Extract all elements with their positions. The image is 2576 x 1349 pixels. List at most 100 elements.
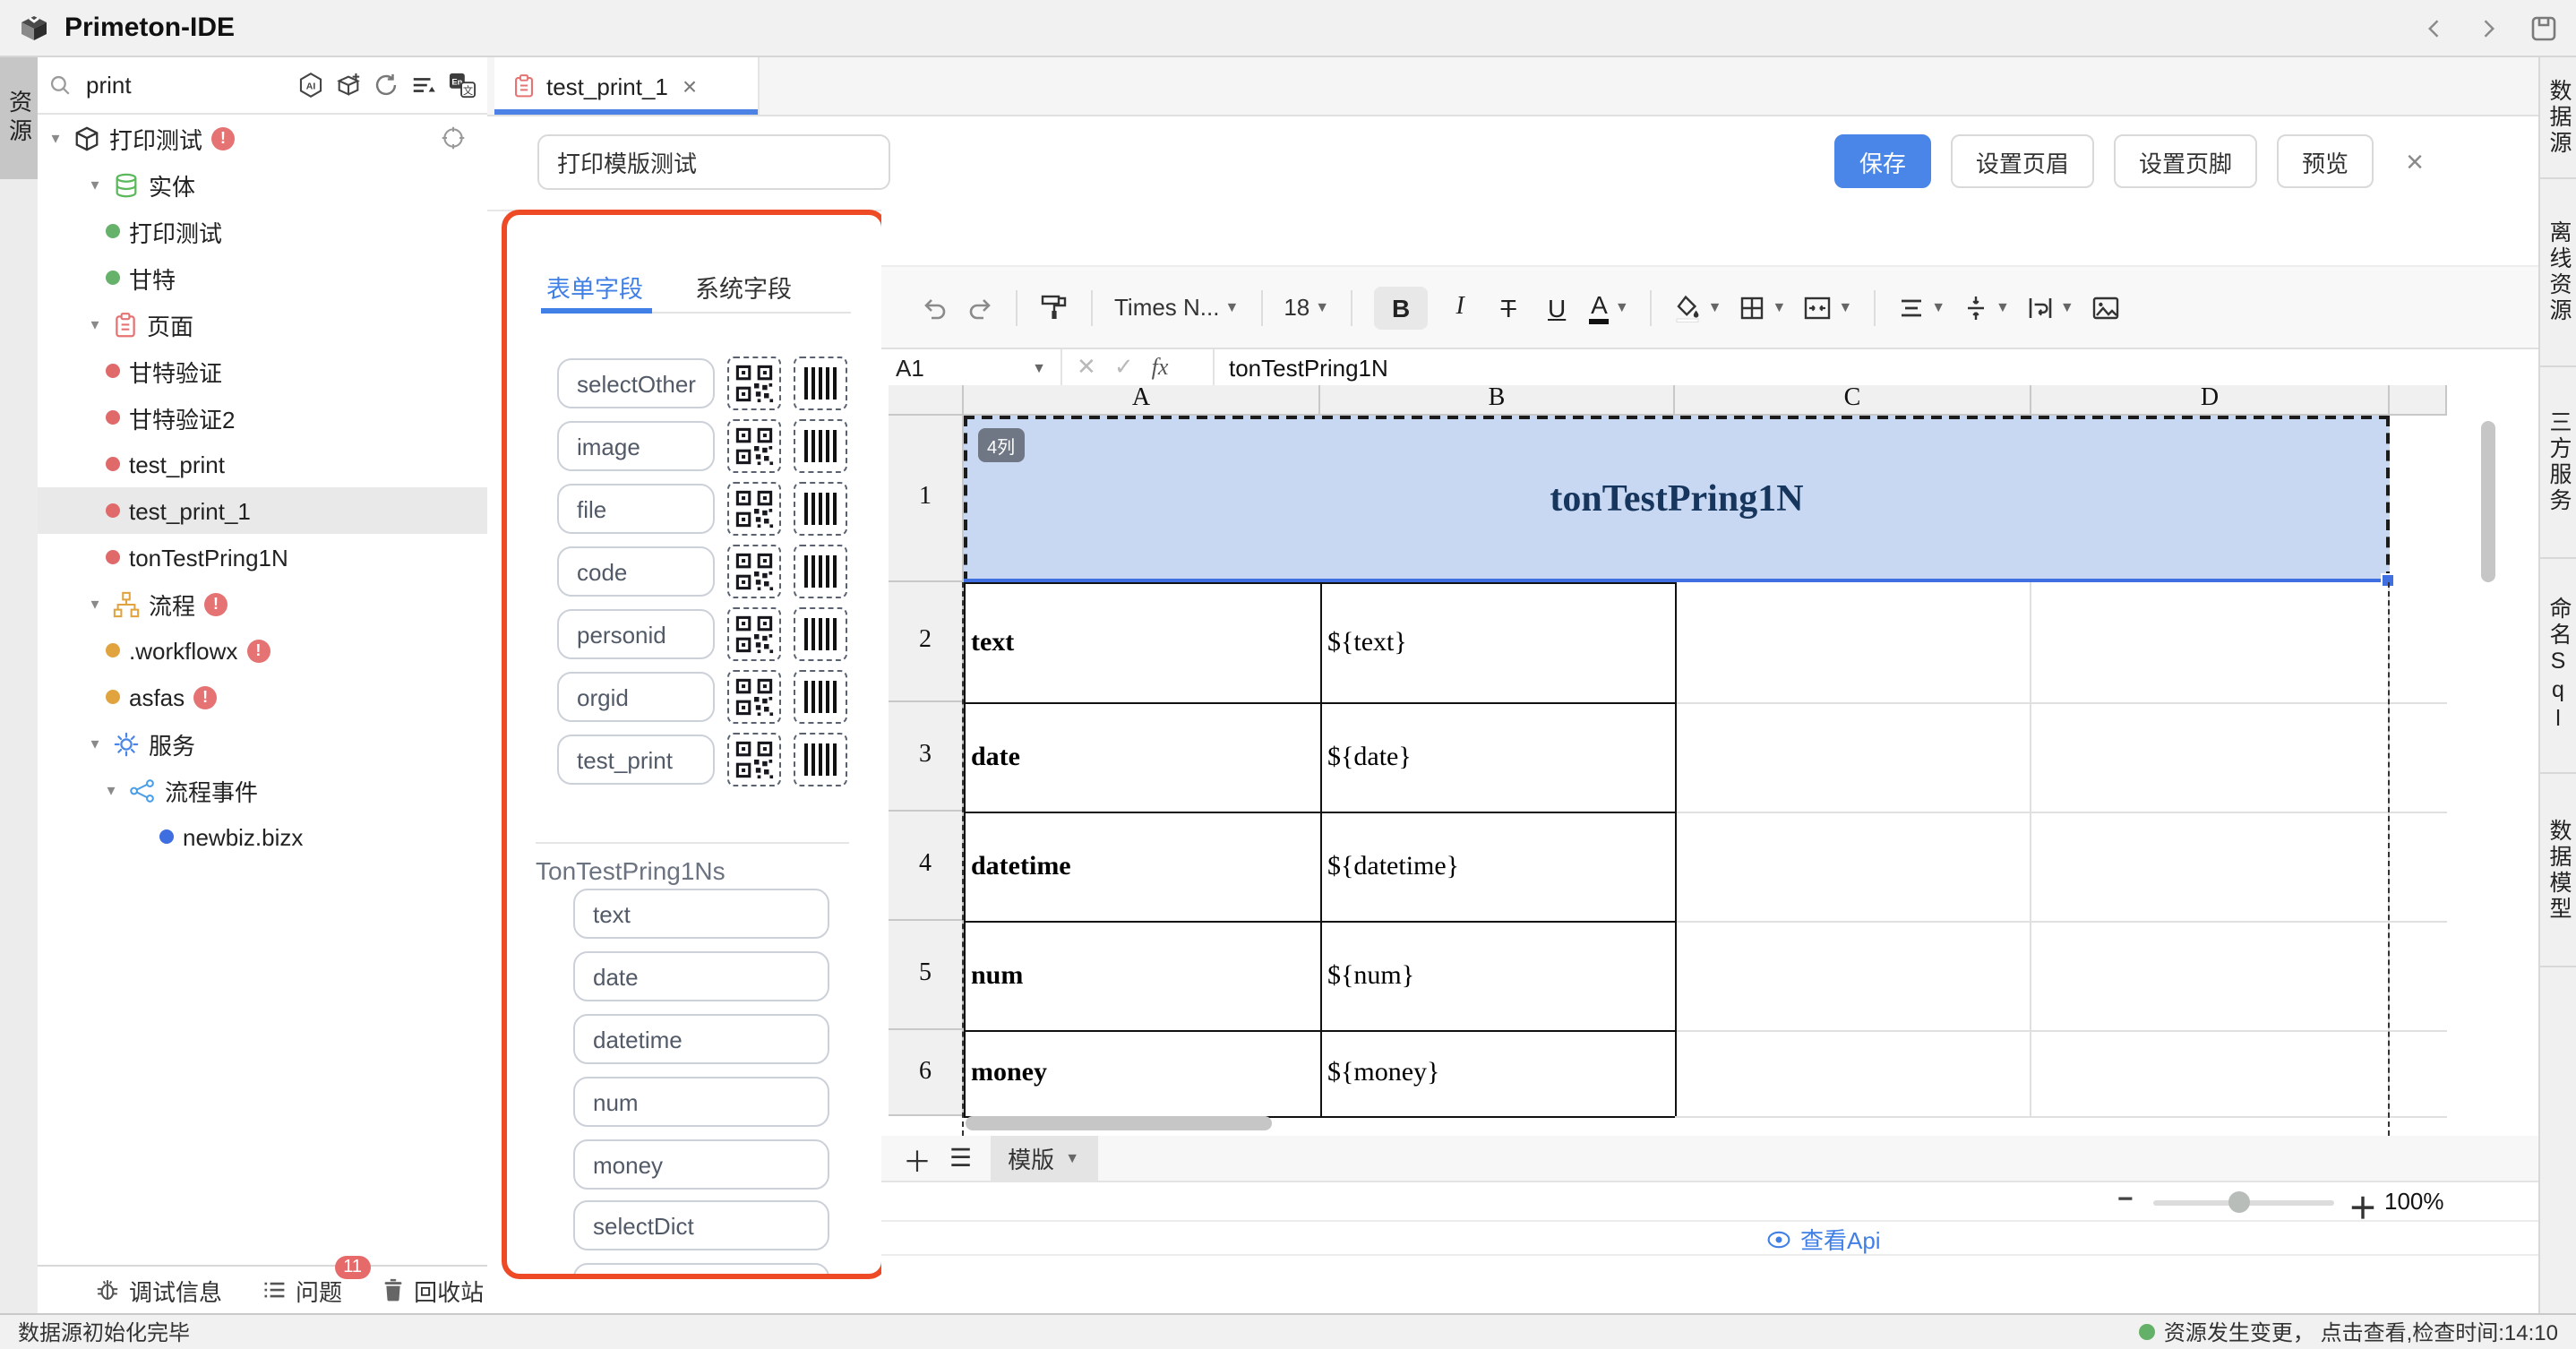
template-name-input[interactable] <box>537 134 890 190</box>
tree-item-test_print_1[interactable]: test_print_1 <box>38 487 487 534</box>
tree-item-.workflowx[interactable]: .workflowx! <box>38 627 487 674</box>
group-field-chip-money[interactable]: money <box>573 1139 829 1190</box>
borders-button[interactable]: ▼ <box>1739 293 1787 322</box>
cell-extra-5[interactable] <box>2390 921 2447 1032</box>
text-wrap-button[interactable]: ▼ <box>2026 293 2074 322</box>
tree-item-tonTestPring1N[interactable]: tonTestPring1N <box>38 534 487 580</box>
qr-code-button-personid[interactable] <box>727 607 781 661</box>
editor-close-icon[interactable]: × <box>2406 147 2424 177</box>
barcode-button-orgid[interactable] <box>794 670 847 724</box>
group-field-chip-date[interactable]: date <box>573 951 829 1001</box>
insert-image-button[interactable] <box>2091 293 2121 322</box>
qr-code-button-selectOther[interactable] <box>727 357 781 410</box>
sort-list-icon[interactable] <box>410 72 437 99</box>
cell-D3[interactable] <box>2031 702 2390 813</box>
expand-arrow-icon[interactable]: ▾ <box>86 734 104 753</box>
row-header-1[interactable]: 1 <box>889 416 964 582</box>
cell-D6[interactable] <box>2031 1030 2390 1118</box>
column-header-A[interactable]: A <box>964 385 1320 416</box>
formula-input[interactable]: tonTestPring1N <box>1215 354 1388 381</box>
column-header-D[interactable]: D <box>2031 385 2390 416</box>
add-sheet-icon[interactable]: ＋ <box>903 1137 932 1180</box>
fields-tab-系统字段[interactable]: 系统字段 <box>695 269 792 305</box>
tree-item-甘特验证2[interactable]: 甘特验证2 <box>38 394 487 441</box>
undo-icon[interactable] <box>921 293 949 322</box>
cell-A4[interactable]: datetime <box>964 812 1322 923</box>
zoom-out-icon[interactable]: − <box>2117 1184 2134 1215</box>
confirm-entry-icon[interactable]: ✓ <box>1114 353 1134 382</box>
right-rail-item-离线资源[interactable]: 离线资源 <box>2540 179 2576 367</box>
field-chip-file[interactable]: file <box>557 484 715 534</box>
cell-B3[interactable]: ${date} <box>1320 702 1677 813</box>
bold-button[interactable]: B <box>1374 286 1428 329</box>
cancel-entry-icon[interactable]: ✕ <box>1077 353 1096 382</box>
expand-arrow-icon[interactable]: ▾ <box>86 314 104 334</box>
tab-test-print-1[interactable]: test_print_1 × <box>494 57 760 115</box>
cell-A2[interactable]: text <box>964 582 1322 704</box>
qr-code-button-orgid[interactable] <box>727 670 781 724</box>
qr-code-button-image[interactable] <box>727 419 781 473</box>
field-chip-orgid[interactable]: orgid <box>557 672 715 722</box>
bottom-bar-bug[interactable]: 调试信息 <box>95 1273 222 1307</box>
cell-B5[interactable]: ${num} <box>1320 921 1677 1032</box>
expand-arrow-icon[interactable]: ▾ <box>86 175 104 194</box>
sheet-tab-menu-icon[interactable]: ▼ <box>1065 1150 1079 1166</box>
font-size-select[interactable]: 18▼ <box>1284 294 1329 321</box>
group-field-chip-datetime[interactable]: datetime <box>573 1014 829 1064</box>
group-field-chip-selectDict[interactable]: selectDict <box>573 1200 829 1250</box>
resources-rail-tab[interactable]: 资源 <box>0 57 38 179</box>
expand-arrow-icon[interactable]: ▾ <box>86 594 104 614</box>
qr-code-button-file[interactable] <box>727 482 781 536</box>
cell-A6[interactable]: money <box>964 1030 1322 1118</box>
tree-item-服务[interactable]: ▾服务 <box>38 720 487 767</box>
fill-color-button[interactable]: ▼ <box>1674 293 1722 322</box>
cell-C2[interactable] <box>1675 582 2031 704</box>
cell-C3[interactable] <box>1675 702 2031 813</box>
cell-C6[interactable] <box>1675 1030 2031 1118</box>
barcode-button-test_print[interactable] <box>794 733 847 786</box>
expand-arrow-icon[interactable]: ▾ <box>102 780 120 800</box>
tree-item-asfas[interactable]: asfas! <box>38 674 487 720</box>
row-header-4[interactable]: 4 <box>889 812 964 921</box>
ai-icon[interactable]: AI <box>297 72 324 99</box>
field-chip-image[interactable]: image <box>557 421 715 471</box>
set-page-header-button[interactable]: 设置页眉 <box>1951 134 2094 188</box>
vertical-scrollbar[interactable] <box>2481 421 2495 582</box>
barcode-button-image[interactable] <box>794 419 847 473</box>
row-header-5[interactable]: 5 <box>889 921 964 1030</box>
cell-B4[interactable]: ${datetime} <box>1320 812 1677 923</box>
font-family-select[interactable]: Times N...▼ <box>1114 294 1239 321</box>
zoom-slider-thumb[interactable] <box>2228 1191 2250 1213</box>
save-workspace-icon[interactable] <box>2529 13 2558 42</box>
nav-forward-icon[interactable] <box>2476 15 2501 40</box>
barcode-button-file[interactable] <box>794 482 847 536</box>
new-resource-icon[interactable] <box>335 72 362 99</box>
view-api-link[interactable]: 查看Api <box>1766 1222 1881 1256</box>
barcode-button-personid[interactable] <box>794 607 847 661</box>
tree-item-甘特验证[interactable]: 甘特验证 <box>38 348 487 394</box>
cell-extra-3[interactable] <box>2390 702 2447 813</box>
right-rail-item-命名Sql[interactable]: 命名Sql <box>2540 559 2576 774</box>
barcode-button-code[interactable] <box>794 545 847 598</box>
format-painter-icon[interactable] <box>1039 292 1069 322</box>
sheet-tab-template[interactable]: 模版▼ <box>990 1135 1097 1181</box>
nav-back-icon[interactable] <box>2422 15 2447 40</box>
translate-icon[interactable]: En文 <box>448 72 477 99</box>
locate-crosshair-icon[interactable] <box>441 125 466 150</box>
strikethrough-button[interactable]: T <box>1492 293 1524 322</box>
qr-code-button-test_print[interactable] <box>727 733 781 786</box>
set-page-footer-button[interactable]: 设置页脚 <box>2114 134 2257 188</box>
group-field-chip-text[interactable]: text <box>573 889 829 939</box>
cell-C5[interactable] <box>1675 921 2031 1032</box>
horizontal-scrollbar[interactable] <box>966 1116 1272 1130</box>
right-rail-item-数据源[interactable]: 数据源 <box>2540 57 2576 179</box>
cell-A5[interactable]: num <box>964 921 1322 1032</box>
field-chip-personid[interactable]: personid <box>557 609 715 659</box>
qr-code-button-code[interactable] <box>727 545 781 598</box>
tree-item-打印测试[interactable]: ▾打印测试! <box>38 115 487 161</box>
preview-button[interactable]: 预览 <box>2277 134 2374 188</box>
expand-arrow-icon[interactable]: ▾ <box>47 128 64 148</box>
merge-cells-button[interactable]: ▼ <box>1802 293 1852 322</box>
status-right[interactable]: 资源发生变更， 点击查看,检查时间:14:10 <box>2139 1317 2558 1347</box>
row-header-3[interactable]: 3 <box>889 702 964 812</box>
